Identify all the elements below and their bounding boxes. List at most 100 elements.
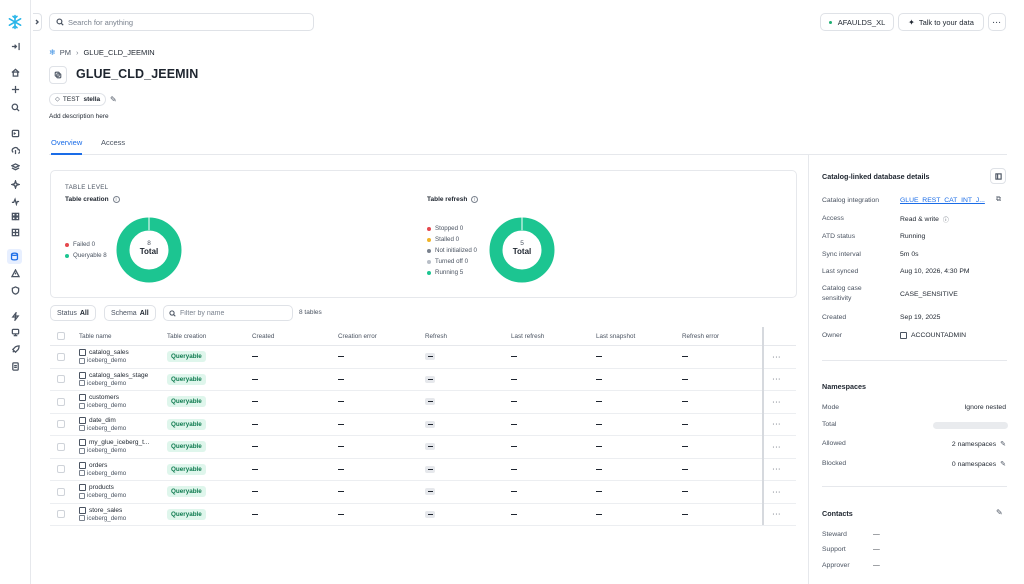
global-search[interactable] <box>49 13 314 31</box>
projects-icon[interactable] <box>9 161 21 173</box>
tag-chip[interactable]: ⬦ TEST stella <box>49 93 107 106</box>
row-checkbox[interactable] <box>57 397 65 406</box>
edit-pencil-icon[interactable]: ✎ <box>110 95 117 104</box>
alert-icon[interactable] <box>9 267 21 279</box>
table-row[interactable]: customers iceberg_demo Queryable ··· <box>50 391 796 414</box>
row-checkbox[interactable] <box>57 487 65 496</box>
plus-icon[interactable] <box>9 83 21 95</box>
row-more-button[interactable]: ··· <box>772 510 781 519</box>
table-name-cell[interactable]: catalog_sales iceberg_demo <box>79 346 129 368</box>
table-name-cell[interactable]: date_dim iceberg_demo <box>79 414 126 436</box>
warehouse-selector[interactable]: AFAULDS_XL <box>820 13 894 31</box>
table-name-text[interactable]: date_dim <box>89 417 116 424</box>
collapse-details-button[interactable] <box>990 168 1006 184</box>
catalog-integration-value[interactable]: GLUE_REST_CAT_INT_J... <box>900 197 985 204</box>
row-more-button[interactable]: ··· <box>772 442 781 451</box>
table-name[interactable]: store_sales <box>79 506 126 514</box>
table-name-cell[interactable]: customers iceberg_demo <box>79 391 126 413</box>
row-more-button[interactable]: ··· <box>772 397 781 406</box>
connections-icon[interactable] <box>9 326 21 338</box>
table-name[interactable]: orders <box>79 461 126 469</box>
marketplace-icon[interactable] <box>9 226 21 238</box>
more-options-button[interactable]: ··· <box>988 13 1006 31</box>
col-refresh[interactable]: Refresh <box>425 327 447 345</box>
activity-icon[interactable] <box>9 195 21 207</box>
table-name[interactable]: catalog_sales_stage <box>79 371 148 379</box>
row-checkbox[interactable] <box>57 375 65 384</box>
table-row[interactable]: catalog_sales_stage iceberg_demo Queryable… <box>50 369 796 391</box>
collapse-sidebar-icon[interactable] <box>9 40 21 52</box>
expand-panel-button[interactable] <box>33 13 42 31</box>
tab-overview[interactable]: Overview <box>51 138 83 155</box>
table-row[interactable]: products iceberg_demo Queryable ··· <box>50 481 796 504</box>
row-more-button[interactable]: ··· <box>772 487 781 496</box>
name-filter[interactable] <box>163 305 293 321</box>
table-row[interactable]: store_sales iceberg_demo Queryable ··· <box>50 504 796 526</box>
row-more-button[interactable]: ··· <box>772 420 781 429</box>
table-name[interactable]: customers <box>79 394 126 402</box>
table-name-text[interactable]: products <box>89 484 114 491</box>
name-filter-input[interactable] <box>180 309 290 317</box>
search-input[interactable] <box>68 17 308 27</box>
col-table-creation[interactable]: Table creation <box>167 327 206 345</box>
description[interactable]: Add description here <box>49 113 109 120</box>
catalog-integration-link[interactable]: GLUE_REST_CAT_INT_J... <box>900 197 985 204</box>
col-last-refresh[interactable]: Last refresh <box>511 327 544 345</box>
row-checkbox[interactable] <box>57 420 65 429</box>
edit-pencil-icon[interactable]: ✎ <box>1000 460 1006 468</box>
row-more-button[interactable]: ··· <box>772 352 781 361</box>
ai-sparkle-icon[interactable] <box>9 178 21 190</box>
edit-pencil-icon[interactable]: ✎ <box>996 508 1003 517</box>
info-icon[interactable]: ⓘ <box>943 215 949 224</box>
rocket-icon[interactable] <box>9 343 21 355</box>
table-name-text[interactable]: store_sales <box>89 507 122 514</box>
copy-icon[interactable]: ⧉ <box>996 196 1001 204</box>
col-created[interactable]: Created <box>252 327 274 345</box>
row-checkbox[interactable] <box>57 442 65 451</box>
lightning-icon[interactable] <box>9 310 21 322</box>
table-row[interactable]: my_glue_iceberg_t... iceberg_demo Queryabl… <box>50 436 796 459</box>
table-name-text[interactable]: catalog_sales_stage <box>89 372 148 379</box>
edit-pencil-icon[interactable]: ✎ <box>1000 440 1006 448</box>
table-name-text[interactable]: customers <box>89 394 119 401</box>
tab-access[interactable]: Access <box>101 138 125 153</box>
table-name-cell[interactable]: store_sales iceberg_demo <box>79 504 126 526</box>
scrollbar-divider[interactable] <box>762 327 764 525</box>
schema-filter[interactable]: Schema All <box>104 305 156 321</box>
row-more-button[interactable]: ··· <box>772 465 781 474</box>
col-last-snapshot[interactable]: Last snapshot <box>596 327 635 345</box>
col-table-name[interactable]: Table name <box>79 327 112 345</box>
data-catalog-icon[interactable] <box>7 249 22 264</box>
table-name[interactable]: my_glue_iceberg_t... <box>79 439 149 447</box>
search-icon[interactable] <box>9 101 21 113</box>
table-name[interactable]: date_dim <box>79 416 126 424</box>
apps-icon[interactable] <box>9 210 21 222</box>
table-name[interactable]: products <box>79 484 126 492</box>
snowflake-logo-icon[interactable] <box>7 14 23 30</box>
talk-to-data-button[interactable]: ✦ Talk to your data <box>898 13 984 31</box>
table-row[interactable]: date_dim iceberg_demo Queryable ··· <box>50 414 796 436</box>
table-name-text[interactable]: orders <box>89 462 107 469</box>
table-name[interactable]: catalog_sales <box>79 349 129 357</box>
status-filter[interactable]: Status All <box>50 305 96 321</box>
col-creation-error[interactable]: Creation error <box>338 327 377 345</box>
table-name-cell[interactable]: orders iceberg_demo <box>79 459 126 481</box>
table-name-cell[interactable]: products iceberg_demo <box>79 481 126 503</box>
upload-icon[interactable] <box>9 144 21 156</box>
select-all-checkbox[interactable] <box>57 332 65 340</box>
row-checkbox[interactable] <box>57 510 65 519</box>
table-row[interactable]: orders iceberg_demo Queryable ··· <box>50 459 796 481</box>
info-icon[interactable]: i <box>112 196 120 203</box>
col-refresh-error[interactable]: Refresh error <box>682 327 719 345</box>
documents-icon[interactable] <box>9 360 21 372</box>
table-name-cell[interactable]: my_glue_iceberg_t... iceberg_demo <box>79 436 149 458</box>
table-name-text[interactable]: catalog_sales <box>89 349 129 356</box>
table-name-cell[interactable]: catalog_sales_stage iceberg_demo <box>79 369 148 391</box>
row-more-button[interactable]: ··· <box>772 375 781 384</box>
info-icon[interactable]: i <box>471 196 479 203</box>
table-row[interactable]: catalog_sales iceberg_demo Queryable ··· <box>50 346 796 369</box>
row-checkbox[interactable] <box>57 352 65 361</box>
worksheet-icon[interactable] <box>9 127 21 139</box>
home-icon[interactable] <box>9 66 21 78</box>
table-name-text[interactable]: my_glue_iceberg_t... <box>89 439 149 446</box>
